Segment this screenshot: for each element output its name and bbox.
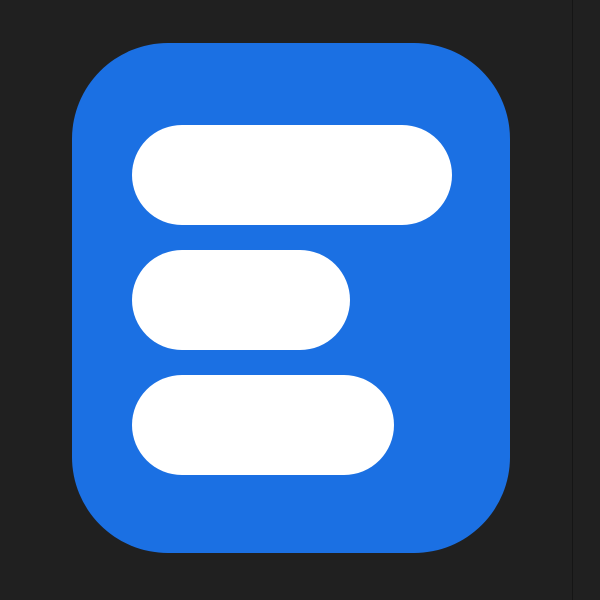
edge-divider <box>572 0 573 600</box>
list-line-top <box>132 125 452 225</box>
icon-preview-canvas <box>0 0 600 600</box>
list-lines-app-icon <box>72 43 510 553</box>
list-line-bottom <box>132 375 394 475</box>
list-line-middle <box>132 250 350 350</box>
